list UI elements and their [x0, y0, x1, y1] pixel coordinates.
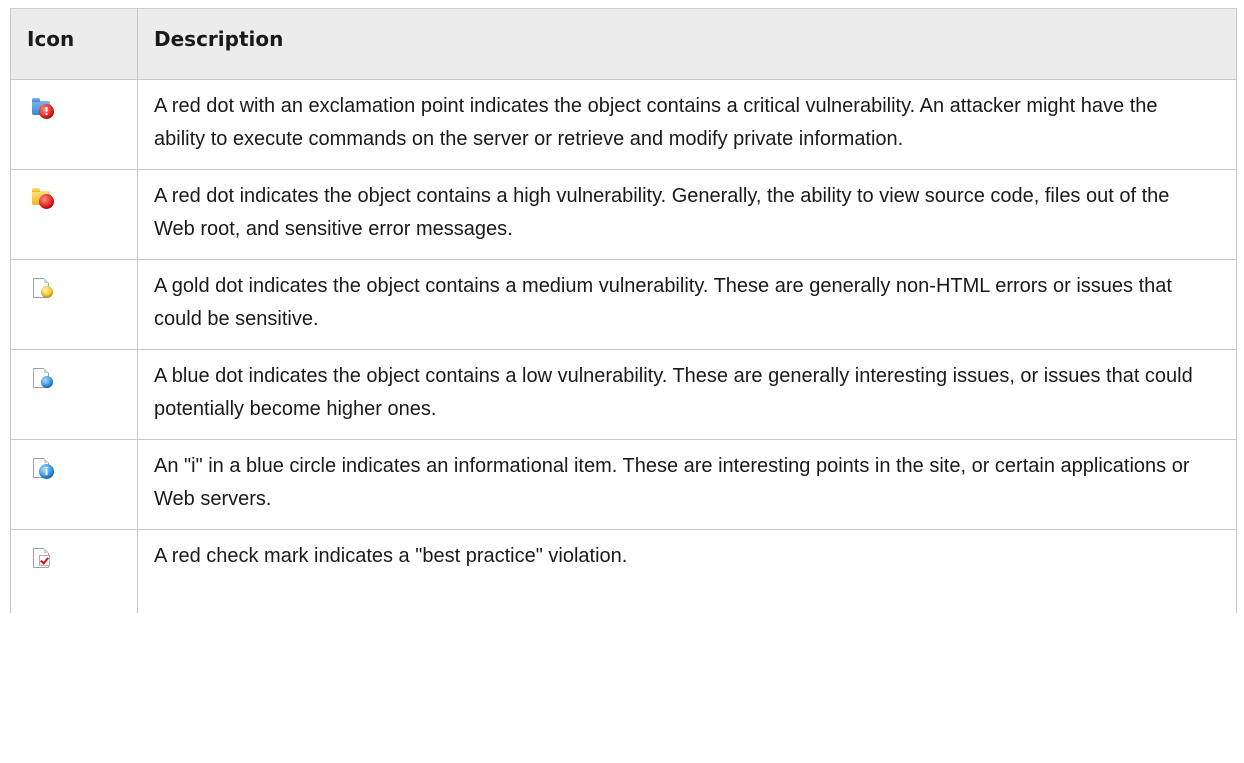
critical-vulnerability-icon: !: [31, 97, 54, 119]
description-cell: A gold dot indicates the object contains…: [137, 259, 1237, 350]
icon-column-header-label: Icon: [27, 27, 75, 51]
medium-vulnerability-icon: [31, 277, 53, 299]
red-dot: !: [39, 104, 54, 119]
description-cell: A red check mark indicates a "best pract…: [137, 529, 1237, 613]
red-check-mark: [39, 555, 50, 566]
info-glyph: i: [44, 465, 49, 478]
description-column-header-label: Description: [154, 27, 284, 51]
icon-cell: !: [10, 79, 138, 170]
description-column-header: Description: [137, 8, 1237, 80]
high-vulnerability-icon: [31, 187, 54, 209]
table-header-row: Icon Description: [10, 8, 1237, 80]
description-cell: A blue dot indicates the object contains…: [137, 349, 1237, 440]
table-row: ! A red dot with an exclamation point in…: [10, 79, 1237, 170]
description-cell: A red dot with an exclamation point indi…: [137, 79, 1237, 170]
icon-cell: [10, 529, 138, 613]
table-row: A red dot indicates the object contains …: [10, 169, 1237, 260]
description-cell: An "i" in a blue circle indicates an inf…: [137, 439, 1237, 530]
red-dot: [39, 194, 54, 209]
icon-cell: i: [10, 439, 138, 530]
best-practice-violation-icon: [31, 547, 53, 569]
gold-dot: [41, 286, 53, 298]
table-row: A blue dot indicates the object contains…: [10, 349, 1237, 440]
description-cell: A red dot indicates the object contains …: [137, 169, 1237, 260]
table-row: A red check mark indicates a "best pract…: [10, 529, 1237, 613]
icon-column-header: Icon: [10, 8, 138, 80]
table-row: i An "i" in a blue circle indicates an i…: [10, 439, 1237, 530]
blue-dot: [41, 376, 53, 388]
informational-icon: i: [31, 457, 54, 479]
table-row: A gold dot indicates the object contains…: [10, 259, 1237, 350]
icon-legend-table: Icon Description ! A red dot with an exc…: [10, 8, 1237, 613]
icon-cell: [10, 349, 138, 440]
icon-cell: [10, 259, 138, 350]
icon-cell: [10, 169, 138, 260]
blue-info-dot: i: [39, 464, 54, 479]
exclamation-glyph: !: [43, 105, 50, 118]
low-vulnerability-icon: [31, 367, 53, 389]
